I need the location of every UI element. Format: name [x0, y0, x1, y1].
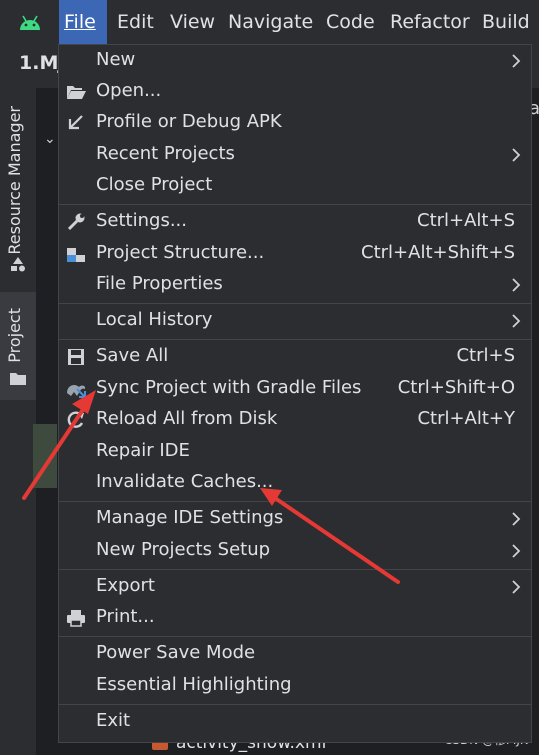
menu-item-close-project[interactable]: Close Project [59, 170, 531, 201]
menu-item-repair-ide[interactable]: Repair IDE [59, 436, 531, 467]
submenu-arrow-icon [512, 54, 521, 68]
menu-item-label: New [96, 49, 136, 70]
submenu-arrow-icon [512, 148, 521, 162]
menu-separator [59, 303, 531, 304]
menu-item-file-properties[interactable]: File Properties [59, 269, 531, 300]
menu-item-shortcut: Ctrl+Alt+Shift+S [361, 242, 515, 263]
menu-file[interactable]: File [59, 0, 107, 44]
menu-item-manage-ide-settings[interactable]: Manage IDE Settings [59, 503, 531, 534]
menu-item-power-save-mode[interactable]: Power Save Mode [59, 638, 531, 669]
submenu-arrow-icon [512, 580, 521, 594]
menu-item-export[interactable]: Export [59, 571, 531, 602]
menu-item-label: Local History [96, 309, 213, 330]
menu-item-label: Recent Projects [96, 143, 235, 164]
tab-resource-manager-label: Resource Manager [5, 106, 24, 255]
menu-item-local-history[interactable]: Local History [59, 305, 531, 336]
menu-item-new[interactable]: New [59, 45, 531, 76]
menu-item-new-projects-setup[interactable]: New Projects Setup [59, 535, 531, 566]
menu-item-settings[interactable]: Settings... Ctrl+Alt+S [59, 206, 531, 237]
menu-item-label: Settings... [96, 210, 187, 231]
menu-item-label: Profile or Debug APK [96, 111, 282, 132]
folder-icon [10, 373, 26, 385]
menu-separator [59, 704, 531, 705]
menu-view[interactable]: View [165, 0, 220, 44]
menu-item-label: Open... [96, 80, 162, 101]
menu-item-project-structure[interactable]: Project Structure... Ctrl+Alt+Shift+S [59, 238, 531, 269]
menu-item-recent-projects[interactable]: Recent Projects [59, 139, 531, 170]
menu-separator [59, 204, 531, 205]
tab-project-label: Project [5, 308, 24, 363]
menu-item-shortcut: Ctrl+Alt+S [417, 210, 515, 231]
submenu-arrow-icon [512, 314, 521, 328]
menu-code[interactable]: Code [321, 0, 380, 44]
menubar: File Edit View Navigate Code Refactor Bu… [0, 0, 539, 44]
menu-item-essential-highlighting[interactable]: Essential Highlighting [59, 670, 531, 701]
menu-item-label: Export [96, 575, 155, 596]
menu-item-print[interactable]: Print... [59, 602, 531, 633]
file-menu-dropdown: New Open... Profile or Debug APK Recent … [58, 44, 532, 743]
android-logo-icon [20, 15, 40, 30]
menu-edit[interactable]: Edit [112, 0, 159, 44]
project-structure-icon [67, 248, 85, 262]
menu-item-invalidate-caches[interactable]: Invalidate Caches... [59, 467, 531, 498]
menu-item-reload-from-disk[interactable]: Reload All from Disk Ctrl+Alt+Y [59, 404, 531, 435]
menu-item-shortcut: Ctrl+Alt+Y [417, 408, 515, 429]
menu-separator [59, 501, 531, 502]
submenu-arrow-icon [512, 278, 521, 292]
menu-item-label: Reload All from Disk [96, 408, 278, 429]
menu-item-label: Exit [96, 710, 131, 731]
wrench-icon [67, 213, 85, 231]
menu-item-label: Repair IDE [96, 440, 190, 461]
menu-item-label: Print... [96, 606, 155, 627]
chevron-down-icon[interactable]: ⌄ [44, 131, 56, 147]
highlight-block [33, 424, 57, 488]
tab-project[interactable]: Project [0, 292, 36, 400]
menu-item-label: File Properties [96, 273, 223, 294]
menu-item-label: Invalidate Caches... [96, 471, 274, 492]
shapes-icon [11, 257, 25, 272]
menu-item-label: Power Save Mode [96, 642, 256, 663]
menu-item-sync-gradle[interactable]: Sync Project with Gradle Files Ctrl+Shif… [59, 373, 531, 404]
menu-navigate[interactable]: Navigate [223, 0, 318, 44]
menu-item-label: Sync Project with Gradle Files [96, 377, 362, 398]
menu-item-profile-debug-apk[interactable]: Profile or Debug APK [59, 107, 531, 138]
menu-item-exit[interactable]: Exit [59, 706, 531, 737]
menu-item-save-all[interactable]: Save All Ctrl+S [59, 341, 531, 372]
menu-build[interactable]: Build [477, 0, 535, 44]
import-arrow-icon [68, 115, 83, 130]
menu-item-label: Save All [96, 345, 169, 366]
menu-item-label: Essential Highlighting [96, 674, 292, 695]
tool-window-strip: Resource Manager Project [0, 88, 37, 755]
menu-item-label: New Projects Setup [96, 539, 271, 560]
menu-item-label: Project Structure... [96, 242, 265, 263]
printer-icon [67, 610, 85, 627]
menu-item-label: Close Project [96, 174, 213, 195]
submenu-arrow-icon [512, 544, 521, 558]
save-icon [68, 349, 84, 365]
tab-resource-manager[interactable]: Resource Manager [0, 88, 36, 288]
menu-separator [59, 636, 531, 637]
gradle-sync-icon [67, 385, 86, 398]
reload-icon [67, 411, 84, 428]
submenu-arrow-icon [512, 512, 521, 526]
folder-open-icon [67, 86, 86, 99]
menu-separator [59, 569, 531, 570]
menu-item-shortcut: Ctrl+S [456, 345, 515, 366]
menu-item-shortcut: Ctrl+Shift+O [397, 377, 515, 398]
menu-item-label: Manage IDE Settings [96, 507, 284, 528]
menu-refactor[interactable]: Refactor [385, 0, 475, 44]
menu-item-open[interactable]: Open... [59, 76, 531, 107]
menu-separator [59, 339, 531, 340]
